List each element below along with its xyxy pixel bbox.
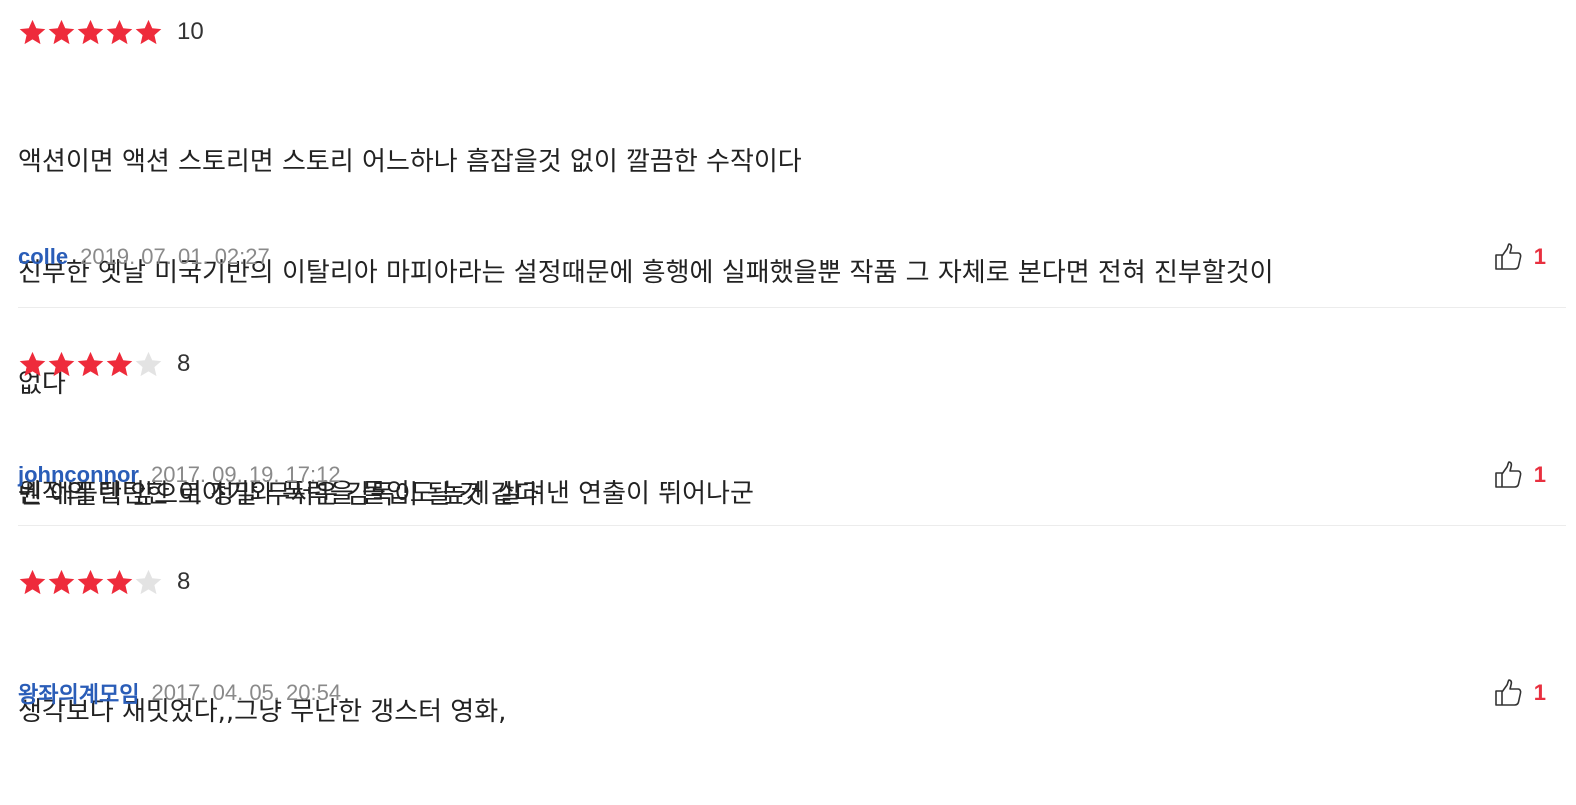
divider (18, 525, 1566, 526)
star-filled-icon (18, 568, 47, 597)
review-list: 10 액션이면 액션 스토리면 스토리 어느하나 흠잡을것 없이 깔끔한 수작이… (0, 0, 1576, 727)
rating-score: 10 (177, 18, 204, 45)
author-link[interactable]: colle (18, 244, 68, 270)
star-filled-icon (76, 18, 105, 47)
star-filled-icon (47, 18, 76, 47)
review-comment: 생각보다 재밋었다,,그냥 무난한 갱스터 영화, (18, 620, 506, 805)
review-date: 2017. 09. 19. 17:12 (150, 462, 341, 487)
star-filled-icon (76, 350, 105, 379)
star-filled-icon (105, 568, 134, 597)
review-comment: 원작의 탄탄한 이야기와 폭력을 몰입도 높게 살려낸 연출이 뛰어나군 (18, 402, 754, 587)
star-filled-icon (105, 18, 134, 47)
star-filled-icon (76, 568, 105, 597)
star-filled-icon (47, 568, 76, 597)
author-link[interactable]: 왕좌의계모임 (18, 677, 139, 709)
star-empty-icon (134, 568, 163, 597)
star-rating (18, 16, 163, 48)
review-meta: johnconnor 2017. 09. 19. 17:12 1 (18, 458, 1566, 492)
star-filled-icon (18, 18, 47, 47)
star-rating (18, 348, 163, 380)
thumbs-up-icon (1492, 676, 1526, 710)
review-meta: colle 2019. 07. 01. 02:27 1 (18, 240, 1566, 274)
rating-score: 8 (177, 350, 191, 377)
rating-row: 8 (18, 348, 190, 380)
like-button[interactable]: 1 (1492, 240, 1546, 274)
star-filled-icon (134, 18, 163, 47)
star-filled-icon (47, 350, 76, 379)
like-count: 1 (1533, 680, 1546, 705)
like-count: 1 (1533, 462, 1546, 487)
author-link[interactable]: johnconnor (18, 462, 139, 488)
rating-score: 8 (177, 568, 191, 595)
star-filled-icon (105, 350, 134, 379)
star-filled-icon (18, 350, 47, 379)
review-item: 10 액션이면 액션 스토리면 스토리 어느하나 흠잡을것 없이 깔끔한 수작이… (18, 16, 1566, 510)
comment-line: 액션이면 액션 스토리면 스토리 어느하나 흠잡을것 없이 깔끔한 수작이다 (18, 147, 802, 177)
thumbs-up-icon (1492, 240, 1526, 274)
review-item: 8 생각보다 재밋었다,,그냥 무난한 갱스터 영화, 왕좌의계모임 2017.… (18, 566, 1566, 727)
review-item: 8 원작의 탄탄한 이야기와 폭력을 몰입도 높게 살려낸 연출이 뛰어나군 j… (18, 348, 1566, 509)
review-meta: 왕좌의계모임 2017. 04. 05. 20:54 1 (18, 676, 1566, 710)
review-date: 2019. 07. 01. 02:27 (80, 244, 270, 269)
like-button[interactable]: 1 (1492, 676, 1546, 710)
like-button[interactable]: 1 (1492, 458, 1546, 492)
thumbs-up-icon (1492, 458, 1526, 492)
star-empty-icon (134, 350, 163, 379)
rating-row: 8 (18, 566, 190, 598)
review-date: 2017. 04. 05. 20:54 (151, 680, 342, 705)
divider (18, 307, 1566, 308)
like-count: 1 (1533, 244, 1546, 269)
rating-row: 10 (18, 16, 204, 48)
star-rating (18, 566, 163, 598)
